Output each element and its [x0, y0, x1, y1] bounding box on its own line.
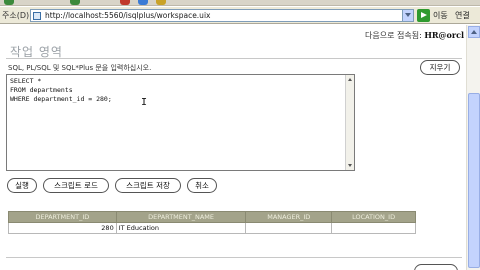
table-cell [331, 222, 416, 234]
cut-off-button[interactable] [414, 264, 458, 270]
go-arrow-icon [421, 12, 427, 18]
url-text: http://localhost:5560/isqlplus/workspace… [45, 11, 211, 20]
address-label: 주소(D) [2, 11, 30, 20]
url-input[interactable]: http://localhost:5560/isqlplus/workspace… [30, 9, 412, 22]
sql-editor-text[interactable]: SELECT * FROM departments WHERE departme… [10, 77, 112, 104]
go-label[interactable]: 이동 [433, 10, 448, 21]
table-cell: 280 [8, 222, 117, 234]
table-cell: IT Education [115, 222, 247, 234]
save-script-button[interactable]: 스크립트 저장 [115, 178, 181, 193]
chevron-down-icon [405, 13, 411, 17]
connection-user: HR@orcl [424, 30, 464, 40]
divider [6, 257, 462, 258]
stop-icon[interactable] [120, 0, 130, 5]
go-button[interactable] [417, 9, 430, 22]
divider [6, 58, 462, 59]
execute-button[interactable]: 실행 [7, 178, 37, 193]
text-cursor-icon: I [141, 97, 148, 108]
editor-scrollbar[interactable] [345, 75, 354, 170]
home-icon[interactable] [156, 0, 166, 5]
connection-label: 다음으로 접속됨: [365, 31, 422, 40]
scroll-up-icon[interactable] [348, 78, 352, 81]
results-header-row: DEPARTMENT_ID DEPARTMENT_NAME MANAGER_ID… [8, 211, 416, 223]
column-header: DEPARTMENT_NAME [115, 211, 247, 223]
column-header: DEPARTMENT_ID [8, 211, 117, 223]
isqlplus-workspace-page: 다음으로 접속됨: HR@orcl 작업 영역 SQL, PL/SQL 및 SQ… [0, 25, 466, 270]
browser-toolbar [0, 0, 480, 6]
scroll-down-icon[interactable] [348, 164, 352, 167]
address-bar: 주소(D) http://localhost:5560/isqlplus/wor… [0, 7, 480, 24]
column-header: MANAGER_ID [245, 211, 333, 223]
clear-button[interactable]: 지우기 [420, 60, 460, 75]
column-header: LOCATION_ID [331, 211, 416, 223]
sql-editor[interactable]: SELECT * FROM departments WHERE departme… [6, 74, 355, 171]
results-table: DEPARTMENT_ID DEPARTMENT_NAME MANAGER_ID… [8, 211, 416, 234]
cancel-button[interactable]: 취소 [187, 178, 217, 193]
refresh-icon[interactable] [138, 0, 148, 5]
scrollbar-thumb[interactable] [468, 93, 480, 268]
forward-icon[interactable] [70, 0, 80, 5]
page-icon [33, 12, 41, 20]
table-cell [245, 222, 333, 234]
scroll-up-button[interactable] [468, 26, 480, 38]
instruction-text: SQL, PL/SQL 및 SQL*Plus 문을 입력하십시오. [8, 64, 152, 72]
table-row: 280 IT Education [8, 222, 416, 234]
load-script-button[interactable]: 스크립트 로드 [43, 178, 109, 193]
chevron-up-icon [471, 30, 477, 34]
connection-info: 다음으로 접속됨: HR@orcl [365, 30, 464, 41]
address-dropdown-button[interactable] [402, 9, 414, 22]
back-icon[interactable] [4, 0, 14, 5]
links-label[interactable]: 연결 [455, 10, 470, 21]
page-scrollbar[interactable] [466, 25, 480, 270]
